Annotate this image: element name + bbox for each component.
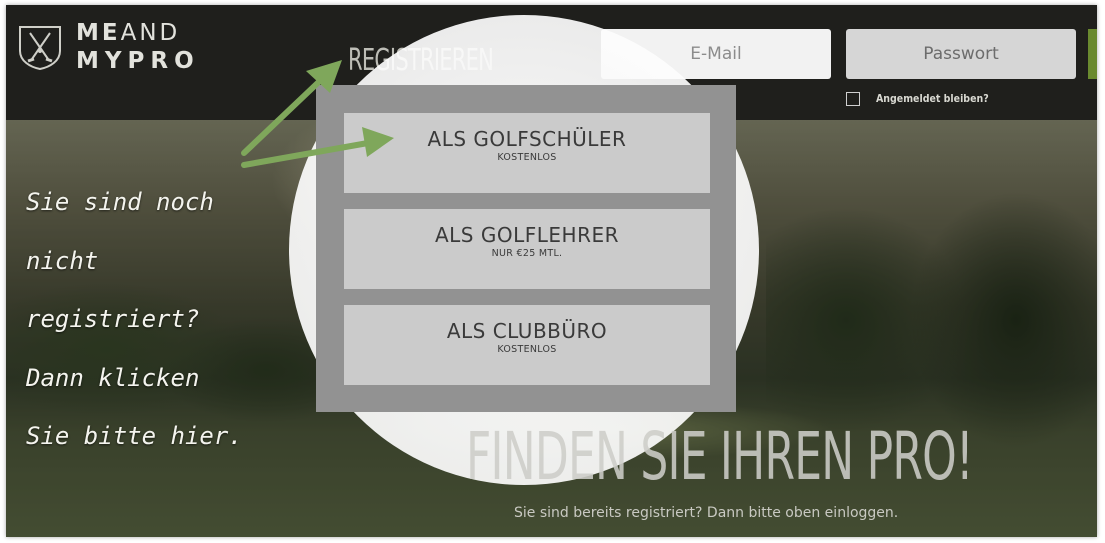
annotation-line: Dann klicken xyxy=(26,363,200,392)
option-subtitle: NUR €25 MTL. xyxy=(491,248,563,259)
annotation-line: nicht xyxy=(26,246,99,275)
register-option-golf-student[interactable]: ALS GOLFSCHÜLER KOSTENLOS xyxy=(344,113,710,193)
login-button[interactable] xyxy=(1088,29,1097,79)
logo-text-mypro: MYPRO xyxy=(76,48,200,74)
remember-me-label: Angemeldet bleiben? xyxy=(876,93,989,105)
remember-me-checkbox[interactable] xyxy=(846,92,860,106)
logo-text-me: ME xyxy=(76,20,121,46)
annotation-line: registriert? xyxy=(26,305,200,333)
option-title: ALS GOLFSCHÜLER xyxy=(427,127,627,151)
screenshot-frame: MEAND MYPRO REGISTRIEREN E-Mail Passwort… xyxy=(6,5,1097,537)
register-option-golf-teacher[interactable]: ALS GOLFLEHRER NUR €25 MTL. xyxy=(344,209,710,289)
annotation-line: Sie bitte hier. xyxy=(26,422,243,450)
logo-text-and: AND xyxy=(120,20,181,46)
logo-wordmark: MEAND MYPRO xyxy=(76,19,200,75)
register-option-club-office[interactable]: ALS CLUBBÜRO KOSTENLOS xyxy=(344,305,710,385)
option-title: ALS CLUBBÜRO xyxy=(446,319,608,343)
handwritten-annotation: Sie sind noch nicht registriert? Dann kl… xyxy=(26,173,296,466)
crossed-golf-clubs-icon xyxy=(19,26,61,71)
option-title: ALS GOLFLEHRER xyxy=(434,223,619,247)
option-subtitle: KOSTENLOS xyxy=(497,344,557,355)
remember-me[interactable]: Angemeldet bleiben? xyxy=(846,91,989,107)
hero-subtitle: Sie sind bereits registriert? Dann bitte… xyxy=(514,505,899,521)
register-dropdown: ALS GOLFSCHÜLER KOSTENLOS ALS GOLFLEHRER… xyxy=(316,85,736,412)
hero-title: FINDEN SIE IHREN PRO! xyxy=(466,418,974,495)
logo[interactable]: MEAND MYPRO xyxy=(16,19,216,89)
option-subtitle: KOSTENLOS xyxy=(497,152,557,163)
password-input[interactable]: Passwort xyxy=(846,29,1076,79)
annotation-line: Sie sind noch xyxy=(26,188,214,216)
